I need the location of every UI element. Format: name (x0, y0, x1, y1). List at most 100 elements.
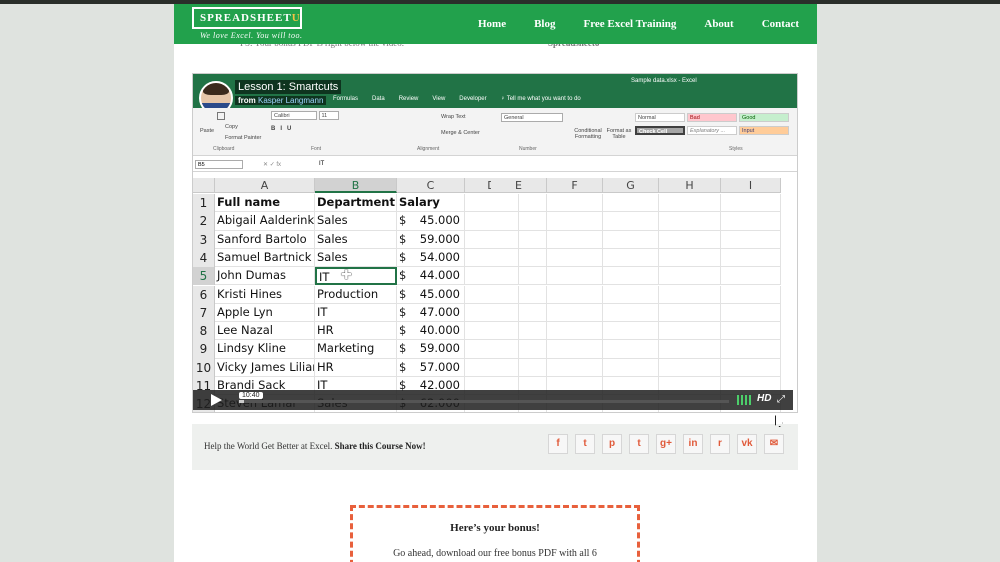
nav-free-excel-training[interactable]: Free Excel Training (583, 18, 676, 30)
empty-cell (721, 285, 781, 304)
column-header-h: H (659, 178, 721, 193)
formula-value: IT (319, 161, 325, 167)
column-header-i: I (721, 178, 781, 193)
player-controls: 10:40 HD ⤢ (193, 390, 793, 410)
cell-name: Apple Lyn (215, 303, 315, 323)
video-player[interactable]: Sample data.xlsx - Excel Formulas Data R… (192, 73, 798, 413)
empty-cell (721, 267, 781, 286)
styles-group-label: Styles (729, 146, 743, 152)
number-format-box: General (501, 113, 563, 122)
share-message: Help the World Get Better at Excel. (204, 441, 333, 451)
video-title[interactable]: Lesson 1: Smartcuts (235, 80, 342, 94)
nav-contact[interactable]: Contact (762, 18, 799, 30)
bold-italic-underline-icons: BIU (271, 126, 297, 132)
site-logo[interactable]: SPREADSHEETU (192, 7, 302, 29)
tab-view: View (432, 96, 446, 102)
cell-department: HR (315, 322, 397, 341)
cell-salary: 59.000 (413, 230, 465, 249)
empty-cell (547, 194, 603, 213)
cell-department: Sales (315, 248, 397, 268)
cell-currency: $ (397, 322, 413, 341)
empty-cell (659, 230, 721, 249)
cell-salary: 45.000 (413, 285, 465, 304)
excel-ribbon-tabs: Formulas Data Review View Developer ♀ Te… (333, 96, 581, 102)
vk-icon[interactable]: vk (737, 434, 757, 454)
cell-currency: $ (397, 304, 413, 323)
select-all-corner (193, 178, 215, 193)
cell-currency: $ (397, 340, 413, 359)
nav-blog[interactable]: Blog (534, 18, 555, 30)
social-buttons: f t p t g+ in r vk ✉ (548, 434, 784, 454)
hd-toggle[interactable]: HD (757, 393, 771, 404)
share-text: Help the World Get Better at Excel. Shar… (204, 441, 426, 451)
empty-cell (659, 303, 721, 323)
tab-formulas: Formulas (333, 96, 359, 102)
pinterest-icon[interactable]: p (602, 434, 622, 454)
empty-cell (659, 322, 721, 341)
bonus-box: Here’s your bonus! Go ahead, download ou… (350, 505, 640, 562)
tab-review: Review (398, 96, 419, 102)
empty-cell (721, 194, 781, 213)
copy-label: Copy (225, 124, 238, 130)
empty-cell (491, 267, 547, 286)
row-header: 8 (193, 322, 215, 341)
empty-cell (721, 358, 781, 377)
cell-department: IT (315, 303, 397, 323)
email-icon[interactable]: ✉ (764, 434, 784, 454)
style-good: Good (739, 113, 789, 122)
font-name-box: Calibri (271, 111, 317, 120)
empty-cell (721, 340, 781, 359)
empty-cell (491, 285, 547, 304)
font-size-box: 11 (318, 111, 339, 120)
empty-cell (547, 212, 603, 231)
empty-cell (491, 358, 547, 377)
style-input: Input (739, 126, 789, 135)
cut-icon (217, 112, 225, 120)
cell-salary: 47.000 (413, 303, 465, 323)
twitter-icon[interactable]: t (575, 434, 595, 454)
video-byline[interactable]: from Kasper Langmann (235, 96, 327, 105)
nav-home[interactable]: Home (478, 18, 506, 30)
reddit-icon[interactable]: r (710, 434, 730, 454)
cell-currency: $ (397, 249, 413, 268)
formula-icons: ✕ ✓ fx (263, 162, 282, 168)
cell-currency: $ (397, 359, 413, 377)
cell-salary: 57.000 (413, 358, 465, 377)
row-header: 4 (193, 248, 215, 268)
column-header-f: F (547, 178, 603, 193)
empty-cell (547, 267, 603, 286)
empty-cell (547, 248, 603, 268)
linkedin-icon[interactable]: in (683, 434, 703, 454)
cell-name: Samuel Bartnick (215, 248, 315, 268)
row-header: 6 (193, 285, 215, 304)
cell-salary: 44.000 (413, 267, 465, 286)
logo-accent: U (291, 12, 301, 24)
google-plus-icon[interactable]: g+ (656, 434, 676, 454)
row-header: 3 (193, 230, 215, 249)
row-header: 10 (193, 358, 215, 377)
fullscreen-icon[interactable]: ⤢ (777, 394, 785, 405)
nav-about[interactable]: About (704, 18, 733, 30)
byline-from: from (238, 96, 256, 105)
volume-icon[interactable] (737, 395, 751, 405)
font-group-label: Font (311, 146, 322, 152)
number-group-label: Number (519, 146, 537, 152)
facebook-icon[interactable]: f (548, 434, 568, 454)
timecode: 10:40 (239, 392, 263, 399)
empty-cell (659, 267, 721, 286)
progress-track[interactable] (239, 400, 729, 403)
site-tagline: We love Excel. You will too. (200, 31, 303, 40)
tab-developer: Developer (459, 96, 487, 102)
empty-cell (547, 285, 603, 304)
tumblr-icon[interactable]: t (629, 434, 649, 454)
empty-cell (491, 194, 547, 213)
play-icon[interactable] (211, 394, 222, 406)
merge-center-label: Merge & Center (441, 130, 480, 136)
empty-cell (659, 248, 721, 268)
empty-cell (721, 322, 781, 341)
progress-fill (239, 400, 244, 403)
conditional-formatting-label: Conditional Formatting (574, 128, 602, 140)
cell-name: Sanford Bartolo (215, 230, 315, 249)
cell-currency: $ (397, 267, 413, 286)
cell-department: Production (315, 285, 397, 304)
